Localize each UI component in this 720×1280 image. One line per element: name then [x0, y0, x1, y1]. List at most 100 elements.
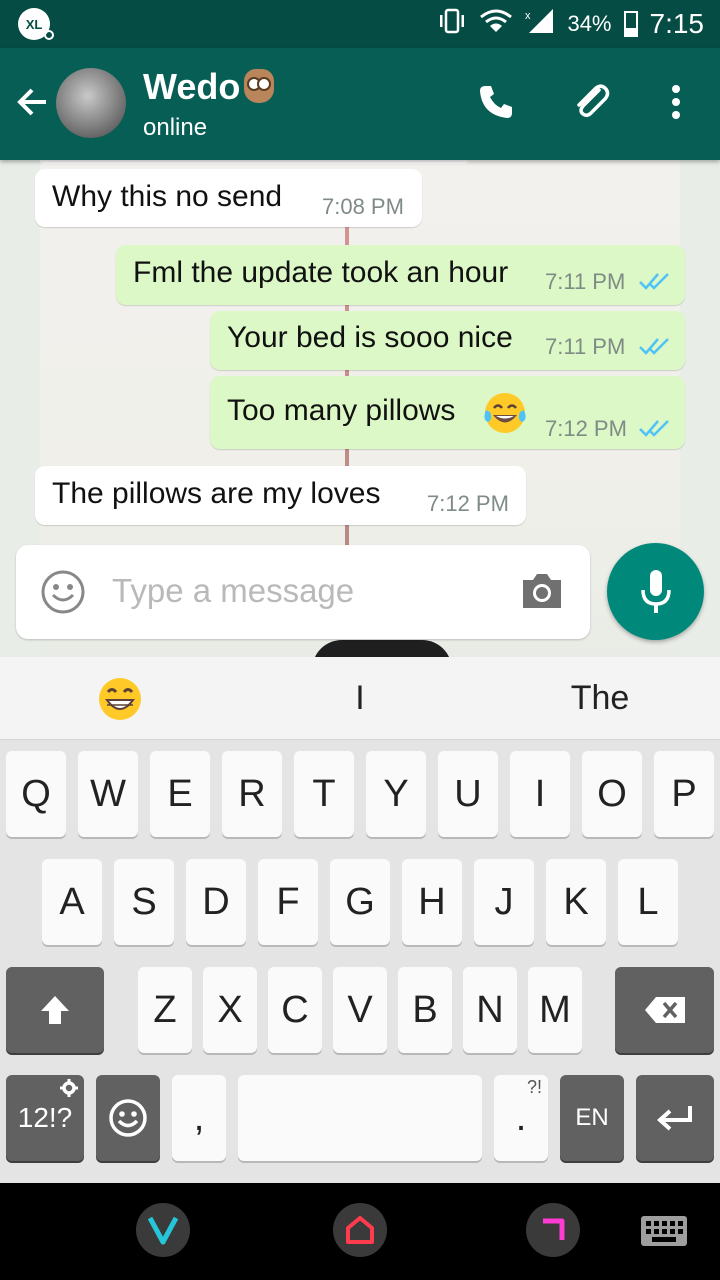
mic-button[interactable] — [607, 543, 704, 640]
smiley-icon — [109, 1099, 147, 1137]
message-text: The pillows are my loves — [52, 477, 381, 510]
message-bubble-outgoing[interactable]: Too many pillows 7:12 PM — [210, 376, 685, 449]
clock: 7:15 — [649, 8, 705, 39]
key-k[interactable]: K — [546, 859, 606, 945]
suggestion-emoji[interactable] — [0, 657, 240, 740]
grinning-face-emoji-icon — [99, 677, 141, 720]
key-n[interactable]: N — [463, 967, 517, 1053]
recents-nav-button[interactable] — [526, 1203, 580, 1257]
key-a[interactable]: A — [42, 859, 102, 945]
contact-status: online — [143, 114, 208, 141]
camera-icon[interactable] — [519, 571, 565, 616]
enter-key[interactable] — [636, 1075, 714, 1161]
key-p[interactable]: P — [654, 751, 714, 837]
key-e[interactable]: E — [150, 751, 210, 837]
vibrate-icon — [437, 8, 467, 41]
chat-header: Wedo online — [0, 48, 720, 160]
message-text: Fml the update took an hour — [133, 256, 509, 289]
language-key[interactable]: EN — [560, 1075, 624, 1161]
carrier-logo-dot — [44, 30, 54, 40]
svg-text:x: x — [525, 10, 531, 22]
key-o[interactable]: O — [582, 751, 642, 837]
symbols-key-label: 12!? — [17, 1102, 73, 1133]
signal-icon: x — [525, 7, 555, 42]
key-j[interactable]: J — [474, 859, 534, 945]
key-r[interactable]: R — [222, 751, 282, 837]
key-t[interactable]: T — [294, 751, 354, 837]
message-time: 7:08 PM — [322, 194, 404, 219]
suggestion-word-2[interactable]: The — [480, 657, 720, 740]
read-receipt-icon — [639, 273, 669, 290]
shift-key[interactable] — [6, 967, 104, 1053]
microphone-icon — [640, 569, 671, 613]
recents-icon — [543, 1218, 565, 1240]
comma-key[interactable]: , — [172, 1075, 226, 1161]
previous-message-edge — [40, 160, 468, 164]
key-c[interactable]: C — [268, 967, 322, 1053]
key-f[interactable]: F — [258, 859, 318, 945]
more-vert-icon[interactable] — [652, 78, 700, 126]
emoji-icon[interactable] — [40, 569, 86, 620]
enter-arrow-icon — [657, 1106, 692, 1131]
period-key-label: . — [515, 1096, 527, 1139]
key-g[interactable]: G — [330, 859, 390, 945]
key-z[interactable]: Z — [138, 967, 192, 1053]
key-i[interactable]: I — [510, 751, 570, 837]
status-bar: XL x 34% 7:15 — [0, 0, 720, 48]
system-nav-bar — [0, 1183, 720, 1280]
spacebar[interactable] — [238, 1075, 482, 1161]
key-w[interactable]: W — [78, 751, 138, 837]
read-receipt-icon — [639, 338, 669, 355]
symbols-key[interactable]: 12!? — [6, 1075, 84, 1161]
key-h[interactable]: H — [402, 859, 462, 945]
backspace-key[interactable] — [615, 967, 714, 1053]
message-text: Too many pillows — [227, 394, 456, 427]
keyboard-switch-icon[interactable] — [640, 1215, 688, 1252]
key-s[interactable]: S — [114, 859, 174, 945]
backspace-icon — [644, 997, 685, 1023]
phone-icon[interactable] — [472, 78, 520, 126]
message-time: 7:11 PM — [545, 334, 626, 359]
key-u[interactable]: U — [438, 751, 498, 837]
message-bubble-outgoing[interactable]: Fml the update took an hour 7:11 PM — [116, 245, 685, 305]
battery-percent: 34% — [567, 11, 612, 36]
message-bubble-outgoing[interactable]: Your bed is sooo nice 7:11 PM — [210, 311, 685, 370]
suggestion-word-1[interactable]: I — [240, 657, 480, 740]
back-arrow-icon[interactable] — [12, 82, 52, 129]
period-key[interactable]: ?! . — [494, 1075, 548, 1161]
back-nav-button[interactable] — [136, 1203, 190, 1257]
battery-icon — [623, 11, 638, 37]
paperclip-icon[interactable] — [567, 78, 615, 126]
message-input[interactable] — [112, 563, 492, 619]
key-l[interactable]: L — [618, 859, 678, 945]
home-nav-button[interactable] — [333, 1203, 387, 1257]
message-time: 7:12 PM — [545, 416, 627, 441]
contact-name[interactable]: Wedo — [143, 66, 275, 108]
settings-gear-icon — [60, 1079, 78, 1097]
owl-emoji-icon — [244, 69, 275, 103]
shift-arrow-icon — [41, 996, 69, 1024]
period-key-hint: ?! — [526, 1077, 542, 1097]
emoji-key[interactable] — [96, 1075, 160, 1161]
message-text: Why this no send — [52, 180, 283, 213]
chat-area[interactable]: Why this no send 7:08 PM Fml the update … — [0, 160, 720, 657]
message-time: 7:12 PM — [427, 491, 509, 516]
key-x[interactable]: X — [203, 967, 257, 1053]
key-v[interactable]: V — [333, 967, 387, 1053]
key-q[interactable]: Q — [6, 751, 66, 837]
message-bubble-incoming[interactable]: The pillows are my loves 7:12 PM — [35, 466, 526, 525]
key-y[interactable]: Y — [366, 751, 426, 837]
keyboard: Q W E R T Y U I O P A S D F G H J K L Z … — [0, 740, 720, 1183]
wallpaper-detail-dark — [312, 640, 452, 657]
home-icon — [346, 1216, 374, 1244]
keyboard-suggestions: I The — [0, 657, 720, 740]
message-bubble-incoming[interactable]: Why this no send 7:08 PM — [35, 169, 422, 227]
wifi-icon — [479, 8, 513, 41]
tears-of-joy-emoji-icon — [484, 393, 526, 433]
key-b[interactable]: B — [398, 967, 452, 1053]
avatar[interactable] — [56, 68, 126, 138]
key-m[interactable]: M — [528, 967, 582, 1053]
contact-name-text: Wedo — [143, 66, 241, 107]
key-d[interactable]: D — [186, 859, 246, 945]
message-composer — [16, 545, 590, 639]
